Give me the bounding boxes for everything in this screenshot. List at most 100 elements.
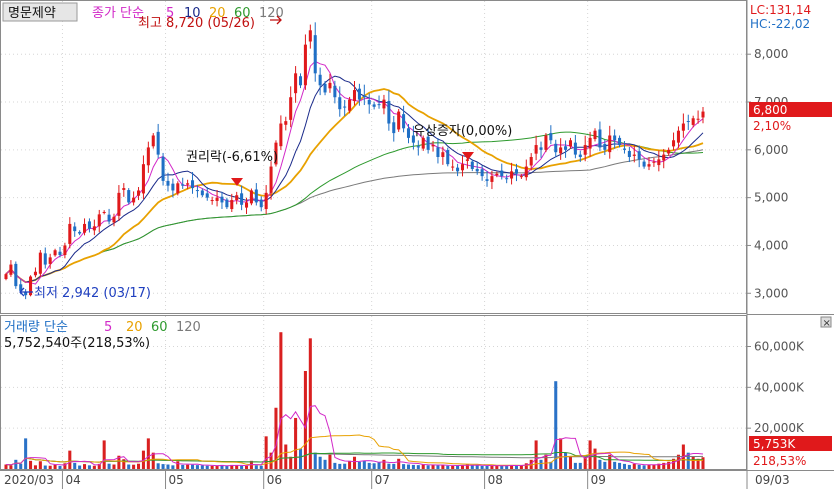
volume-bar [593, 448, 597, 469]
lc-value: LC:131,14 [750, 3, 811, 17]
volume-bar [524, 463, 528, 469]
candle-body [696, 118, 700, 120]
price-tick-label: 8,000 [754, 47, 788, 61]
volume-bar [78, 465, 82, 469]
candle-body [122, 188, 126, 190]
candle-body [436, 147, 440, 157]
volume-bar [392, 463, 396, 469]
price-tick-label: 3,000 [754, 286, 788, 300]
candle-body [161, 156, 165, 181]
volume-bar [205, 465, 209, 469]
candle-body [451, 166, 455, 168]
capital-annotation: 유상증자(0,00%) [413, 124, 512, 139]
candle-body [137, 190, 141, 196]
volume-bar [539, 459, 543, 469]
candle-body [298, 76, 303, 86]
volume-bar [406, 464, 411, 469]
volume-bar [38, 461, 42, 469]
volume-bar [352, 456, 357, 469]
candle-body [83, 223, 87, 233]
volume-bar [598, 459, 602, 469]
candle-body [92, 226, 96, 231]
candle-body [593, 130, 597, 140]
volume-bar [176, 461, 180, 469]
candle-body [613, 135, 617, 141]
volume-bar [298, 448, 303, 469]
volume-bar [225, 465, 229, 469]
candle-body [308, 30, 312, 42]
candle-body [627, 150, 631, 157]
candle-body [97, 214, 101, 227]
candle-body [475, 168, 479, 172]
candle-body [524, 166, 528, 178]
candle-body [200, 190, 204, 196]
volume-bar [102, 440, 106, 469]
volume-legend-ma20: 20 [126, 320, 143, 335]
volume-bar [568, 456, 572, 469]
volume-bar [156, 463, 160, 469]
candle-body [259, 199, 263, 208]
volume-bar [451, 465, 455, 469]
candle-body [235, 195, 239, 201]
price-legend-label: 종가 단순 [92, 6, 144, 21]
candle-body [348, 99, 352, 111]
candle-body [33, 271, 37, 276]
candle-body [382, 99, 386, 109]
volume-tick-label: 40,000K [754, 380, 805, 394]
volume-panel-close-button[interactable]: × [820, 316, 832, 329]
candle-body [446, 149, 450, 165]
volume-tick-label: 60,000K [754, 340, 805, 354]
candle-body [318, 74, 322, 86]
candle-body [294, 73, 298, 94]
candle-body [112, 216, 116, 223]
candle-body [323, 83, 327, 93]
volume-bar [48, 465, 52, 469]
candle-body [465, 159, 469, 161]
volume-bar [357, 461, 361, 469]
candle-body [676, 130, 680, 143]
volume-bar [151, 452, 155, 469]
volume-bar [647, 464, 651, 469]
candle-body [58, 251, 62, 256]
volume-bar [485, 465, 489, 469]
volume-bar [362, 460, 366, 469]
candle-body [510, 171, 514, 179]
volume-bar [377, 462, 381, 469]
volume-bar [431, 464, 435, 469]
candle-body [343, 106, 347, 108]
volume-bar [200, 465, 204, 469]
volume-bar [254, 465, 258, 469]
candle-body [156, 131, 160, 155]
candle-body [264, 192, 268, 210]
x-tick-label: 07 [375, 473, 390, 487]
volume-bar [4, 464, 8, 469]
volume-current-text: 5,752,540주(218,53%) [4, 336, 150, 351]
candle-body [9, 264, 13, 275]
price-tick-label: 5,000 [754, 191, 788, 205]
close-icon[interactable]: × [823, 318, 831, 329]
volume-bar [313, 452, 317, 469]
candle-body [534, 145, 538, 154]
volume-bar [53, 464, 57, 469]
last-volume-value: 5,753K [753, 437, 796, 451]
candle-body [132, 197, 136, 203]
volume-bar [618, 462, 622, 469]
candle-body [63, 245, 67, 256]
candle-body [367, 99, 371, 105]
candle-body [107, 214, 111, 222]
volume-bar [411, 464, 415, 469]
candle-body [166, 180, 170, 186]
x-end-label: 09/03 [755, 473, 790, 487]
candle-body [588, 137, 592, 149]
volume-bar [259, 465, 263, 469]
candle-body [578, 154, 582, 157]
volume-bar [505, 465, 509, 469]
candle-body [559, 147, 563, 154]
candle-body [181, 184, 185, 186]
volume-bar [210, 465, 214, 469]
candle-body [362, 95, 366, 98]
volume-bar [186, 464, 190, 469]
candle-body [416, 146, 420, 148]
candle-body [480, 169, 484, 177]
volume-bar [92, 465, 96, 469]
